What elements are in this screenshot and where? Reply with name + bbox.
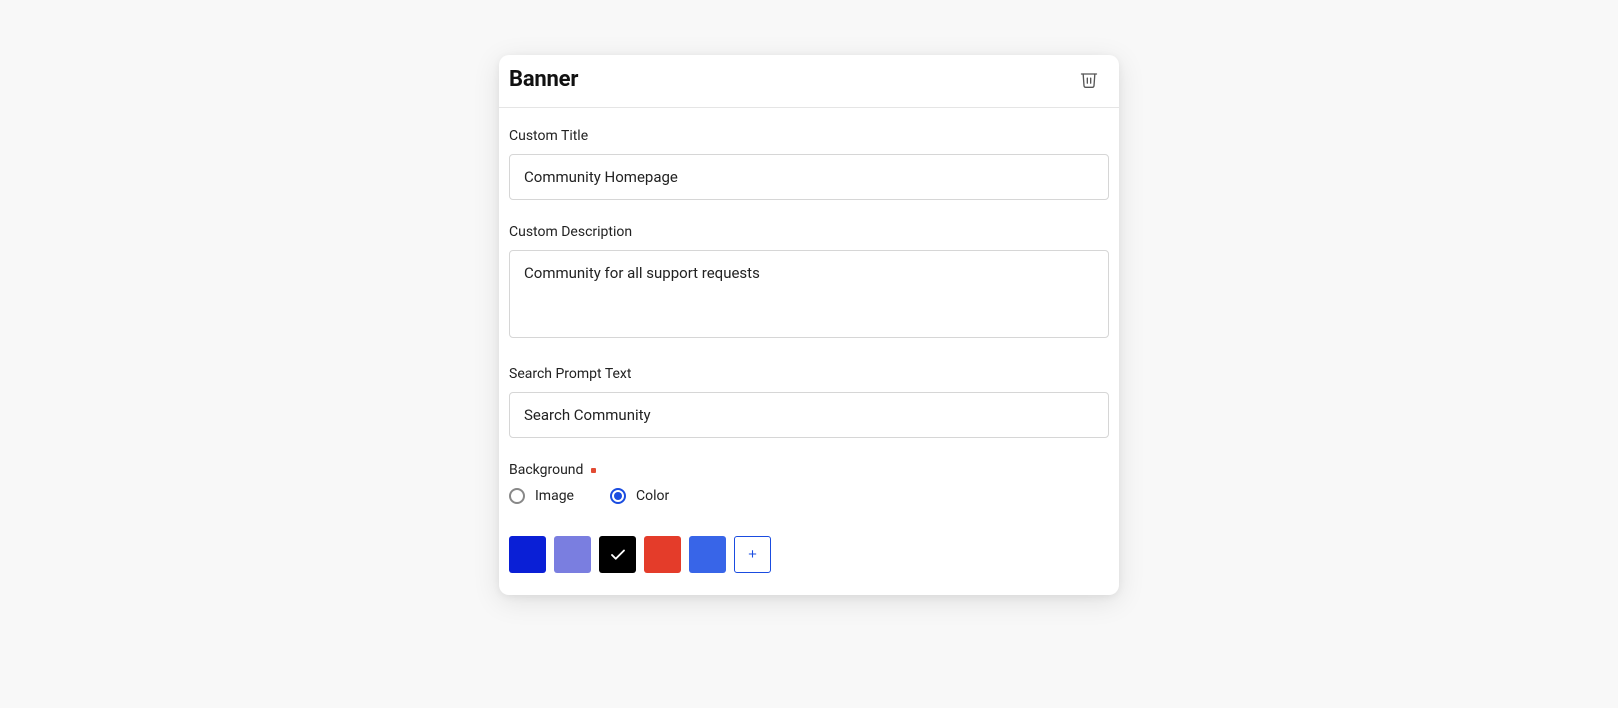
- custom-title-label: Custom Title: [509, 128, 1109, 144]
- color-swatch-1[interactable]: [554, 536, 591, 573]
- search-prompt-input[interactable]: [509, 392, 1109, 438]
- color-swatch-2[interactable]: [599, 536, 636, 573]
- check-icon: [609, 546, 627, 564]
- background-radio-color[interactable]: Color: [610, 488, 669, 504]
- color-swatch-row: +: [509, 536, 1109, 573]
- background-radio-image[interactable]: Image: [509, 488, 574, 504]
- color-swatch-4[interactable]: [689, 536, 726, 573]
- radio-icon: [509, 488, 525, 504]
- card-body: Custom Title Custom Description Communit…: [499, 108, 1119, 595]
- delete-button[interactable]: [1075, 65, 1103, 93]
- background-label: Background: [509, 462, 583, 478]
- card-title: Banner: [509, 67, 578, 92]
- custom-description-label: Custom Description: [509, 224, 1109, 240]
- radio-icon: [610, 488, 626, 504]
- color-swatch-0[interactable]: [509, 536, 546, 573]
- search-prompt-field: Search Prompt Text: [509, 366, 1109, 438]
- custom-title-input[interactable]: [509, 154, 1109, 200]
- background-radio-group: Image Color: [509, 488, 1109, 504]
- radio-label-image: Image: [535, 488, 574, 504]
- add-color-button[interactable]: +: [734, 536, 771, 573]
- required-indicator: [591, 468, 596, 473]
- color-swatch-3[interactable]: [644, 536, 681, 573]
- banner-settings-card: Banner Custom Title Custom Description C…: [499, 55, 1119, 595]
- search-prompt-label: Search Prompt Text: [509, 366, 1109, 382]
- card-header: Banner: [499, 55, 1119, 108]
- background-label-row: Background: [509, 462, 1109, 478]
- radio-inner-dot: [614, 492, 622, 500]
- custom-description-input[interactable]: Community for all support requests: [509, 250, 1109, 338]
- custom-title-field: Custom Title: [509, 128, 1109, 200]
- trash-icon: [1079, 69, 1099, 89]
- background-field: Background Image Color: [509, 462, 1109, 573]
- radio-label-color: Color: [636, 488, 669, 504]
- custom-description-field: Custom Description Community for all sup…: [509, 224, 1109, 342]
